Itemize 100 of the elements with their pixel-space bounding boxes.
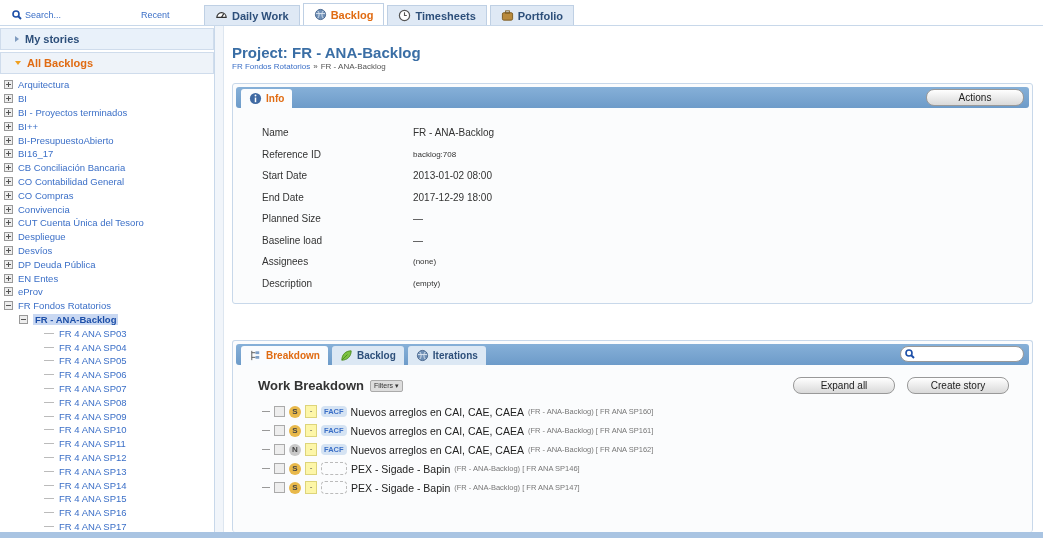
actions-button[interactable]: Actions xyxy=(926,89,1024,106)
story-name[interactable]: PEX - Sigade - Bapin xyxy=(351,462,451,475)
expand-toggle-icon[interactable] xyxy=(4,204,13,214)
tree-item[interactable]: FR 4 ANA SP10 xyxy=(59,424,127,436)
field-label: Start Date xyxy=(262,170,309,182)
tree-item[interactable]: CB Conciliación Bancaria xyxy=(18,162,126,174)
expand-toggle-icon[interactable] xyxy=(4,232,13,242)
tree-item[interactable]: FR 4 ANA SP13 xyxy=(59,465,127,477)
tree-item[interactable]: FR 4 ANA SP07 xyxy=(59,382,127,394)
expand-arrow-icon xyxy=(15,36,19,42)
state-badge[interactable]: N xyxy=(289,443,301,456)
tree-item[interactable]: FR - ANA-Backlog xyxy=(33,313,119,325)
toolbar-button[interactable]: Create story xyxy=(907,377,1009,394)
tree-item[interactable]: Desvíos xyxy=(18,244,53,256)
search-field[interactable] xyxy=(900,346,1024,362)
expand-toggle-icon[interactable] xyxy=(4,108,13,117)
clock-icon xyxy=(398,9,412,22)
priority-badge[interactable]: - xyxy=(305,405,317,418)
tree-item[interactable]: Despliegue xyxy=(18,231,66,243)
tree-item[interactable]: Convivencia xyxy=(18,203,70,215)
story-name[interactable]: Nuevos arreglos en CAI, CAE, CAEA xyxy=(350,405,524,418)
tree-item[interactable]: FR 4 ANA SP09 xyxy=(59,410,127,422)
state-badge[interactable]: S xyxy=(289,481,301,494)
expand-toggle-icon[interactable] xyxy=(4,121,13,131)
collapse-toggle-icon[interactable] xyxy=(19,314,28,324)
tree-item[interactable]: CUT Cuenta Única del Tesoro xyxy=(18,217,144,229)
nav-tab[interactable]: Timesheets xyxy=(387,5,487,25)
collapse-toggle-icon[interactable] xyxy=(4,301,13,311)
tree-item[interactable]: BI16_17 xyxy=(18,148,54,160)
tree-item[interactable]: FR 4 ANA SP08 xyxy=(59,396,127,408)
tree-item[interactable]: EN Entes xyxy=(18,272,59,284)
tree-item[interactable]: Arquitectura xyxy=(18,79,70,91)
panel-tab[interactable]: Backlog xyxy=(331,346,404,365)
story-name[interactable]: Nuevos arreglos en CAI, CAE, CAEA xyxy=(350,424,524,437)
expand-toggle-icon[interactable] xyxy=(4,163,13,173)
checkbox[interactable] xyxy=(274,444,285,455)
expand-toggle-icon[interactable] xyxy=(4,94,13,104)
priority-badge[interactable]: - xyxy=(305,462,317,475)
field-value: 2013-01-02 08:00 xyxy=(413,170,493,182)
state-badge[interactable]: S xyxy=(289,462,301,475)
tree-item[interactable]: FR 4 ANA SP11 xyxy=(59,438,126,450)
nav-tab[interactable]: Daily Work xyxy=(204,5,300,25)
checkbox[interactable] xyxy=(274,482,285,493)
panel-tab[interactable]: Breakdown xyxy=(241,346,328,365)
nav-tab[interactable]: Portfolio xyxy=(489,5,574,25)
recent-link[interactable]: Recent xyxy=(141,10,170,20)
expand-toggle-icon[interactable] xyxy=(4,218,13,228)
accordion-header[interactable]: All Backlogs xyxy=(0,52,214,74)
toolbar-button[interactable]: Expand all xyxy=(793,377,895,394)
expand-toggle-icon[interactable] xyxy=(4,149,13,159)
collapse-arrow-icon xyxy=(15,61,21,65)
checkbox[interactable] xyxy=(274,406,285,417)
expand-toggle-icon[interactable] xyxy=(4,259,13,269)
priority-badge[interactable]: - xyxy=(305,481,317,494)
splitter-handle[interactable] xyxy=(215,26,224,532)
tree-item[interactable]: FR 4 ANA SP15 xyxy=(59,493,127,505)
expand-toggle-icon[interactable] xyxy=(4,80,13,90)
field-value: (none) xyxy=(413,257,438,267)
tree-item[interactable]: FR 4 ANA SP12 xyxy=(59,451,127,463)
expand-toggle-icon[interactable] xyxy=(4,287,13,297)
tree-item[interactable]: DP Deuda Pública xyxy=(18,258,96,270)
nav-tab[interactable]: Backlog xyxy=(302,3,385,25)
field-label: Reference ID xyxy=(262,148,322,160)
story-name[interactable]: PEX - Sigade - Bapin xyxy=(351,481,451,494)
tree-item[interactable]: eProv xyxy=(18,286,43,298)
info-icon xyxy=(249,92,262,105)
tree-item[interactable]: FR 4 ANA SP14 xyxy=(59,479,127,491)
accordion-header[interactable]: My stories xyxy=(0,28,214,50)
tree-item[interactable]: FR 4 ANA SP03 xyxy=(59,327,127,339)
expand-toggle-icon[interactable] xyxy=(4,135,13,145)
expand-toggle-icon[interactable] xyxy=(4,273,13,283)
priority-badge[interactable]: - xyxy=(305,424,317,437)
expand-toggle-icon[interactable] xyxy=(4,190,13,200)
story-name[interactable]: Nuevos arreglos en CAI, CAE, CAEA xyxy=(350,443,524,456)
state-badge[interactable]: S xyxy=(289,405,301,418)
crumb-link[interactable]: FR Fondos Rotatorios xyxy=(232,62,311,71)
tree-item[interactable]: FR 4 ANA SP04 xyxy=(59,341,127,353)
tree-item[interactable]: CO Compras xyxy=(18,189,74,201)
panel-tab[interactable]: Info xyxy=(241,89,293,108)
tree-item[interactable]: BI-PresupuestoAbierto xyxy=(18,134,114,146)
state-badge[interactable]: S xyxy=(289,424,301,437)
tree-item[interactable]: FR 4 ANA SP05 xyxy=(59,355,127,367)
expand-toggle-icon[interactable] xyxy=(4,176,13,186)
expand-toggle-icon[interactable] xyxy=(4,245,13,255)
tree-item[interactable]: BI - Proyectos terminados xyxy=(18,107,128,118)
field-value: — xyxy=(413,213,424,225)
checkbox[interactable] xyxy=(274,425,285,436)
tree-item[interactable]: FR 4 ANA SP17 xyxy=(59,520,127,532)
tree-item[interactable]: BI xyxy=(18,93,27,105)
priority-badge[interactable]: - xyxy=(305,443,317,456)
search-field[interactable]: Search... Recent xyxy=(12,5,192,25)
tree-item[interactable]: BI++ xyxy=(18,120,39,132)
field-label: Assignees xyxy=(262,256,310,268)
tree-item[interactable]: FR 4 ANA SP06 xyxy=(59,369,127,381)
tree-item[interactable]: FR Fondos Rotatorios xyxy=(18,300,111,312)
checkbox[interactable] xyxy=(274,463,285,474)
breadcrumb-current: FR - ANA-Backlog xyxy=(320,62,386,71)
panel-tab[interactable]: Iterations xyxy=(407,346,486,365)
tree-item[interactable]: CO Contabilidad General xyxy=(18,175,125,187)
tree-item[interactable]: FR 4 ANA SP16 xyxy=(59,507,127,519)
